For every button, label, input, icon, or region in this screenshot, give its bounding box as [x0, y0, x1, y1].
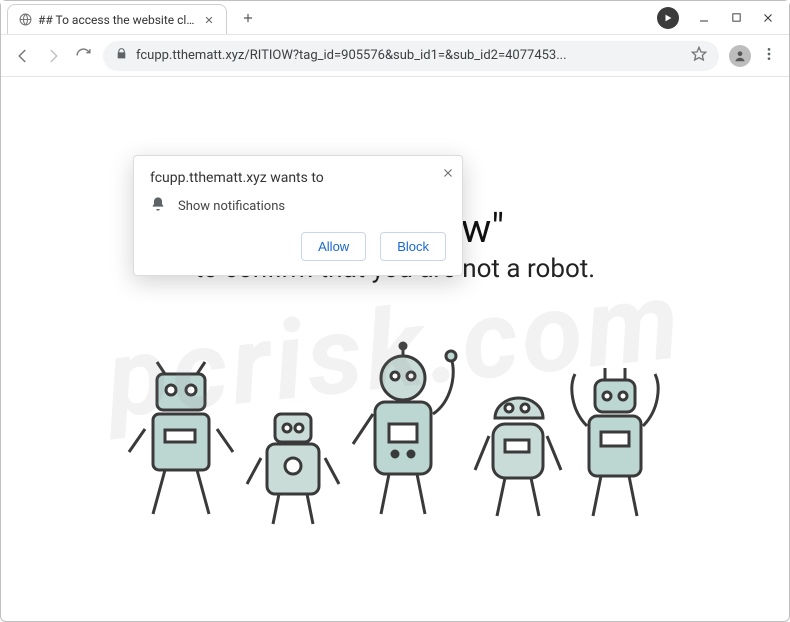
extension-badge-icon[interactable] — [657, 7, 679, 29]
window-maximize-button[interactable] — [729, 11, 743, 25]
permission-item-text: Show notifications — [178, 199, 285, 214]
profile-avatar[interactable] — [729, 45, 751, 67]
close-icon[interactable] — [442, 164, 454, 183]
url-text: fcupp.tthematt.xyz/RITIOW?tag_id=905576&… — [136, 48, 567, 63]
reload-button[interactable] — [73, 46, 93, 66]
address-bar[interactable]: fcupp.tthematt.xyz/RITIOW?tag_id=905576&… — [103, 41, 719, 71]
bell-icon — [150, 196, 166, 216]
tab-close-icon[interactable] — [202, 13, 216, 27]
bookmark-star-icon[interactable] — [691, 46, 707, 66]
lock-icon — [115, 47, 128, 64]
forward-button[interactable] — [43, 46, 63, 66]
window-close-button[interactable] — [761, 11, 775, 25]
menu-kebab-icon[interactable] — [761, 46, 777, 66]
back-button[interactable] — [13, 46, 33, 66]
allow-button[interactable]: Allow — [301, 232, 366, 261]
robots-illustration — [115, 314, 675, 558]
block-button[interactable]: Block — [380, 232, 446, 261]
window-minimize-button[interactable] — [697, 11, 711, 25]
permission-origin-text: fcupp.tthematt.xyz wants to — [150, 170, 446, 186]
notification-permission-dialog: fcupp.tthematt.xyz wants to Show notific… — [133, 155, 463, 276]
globe-icon — [18, 13, 32, 27]
tab-title: ## To access the website click the — [38, 13, 196, 27]
browser-tab[interactable]: ## To access the website click the — [7, 4, 227, 34]
new-tab-button[interactable] — [235, 5, 261, 31]
